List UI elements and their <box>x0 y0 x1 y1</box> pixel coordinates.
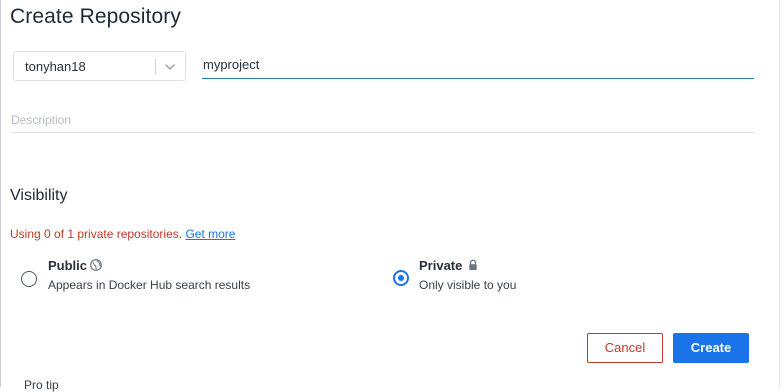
namespace-select[interactable]: tonyhan18 <box>13 51 186 81</box>
private-usage-text: Using 0 of 1 private repositories. <box>10 227 183 241</box>
page-title: Create Repository <box>10 5 181 28</box>
private-radio-selected-dot <box>398 275 404 281</box>
get-more-link[interactable]: Get more <box>185 227 235 241</box>
visibility-heading: Visibility <box>10 187 68 204</box>
namespace-value: tonyhan18 <box>25 59 86 74</box>
select-divider <box>155 59 156 74</box>
pro-tip-partial: Pro tip <box>24 378 59 392</box>
private-usage-notice: Using 0 of 1 private repositories. Get m… <box>10 227 235 241</box>
public-label: Public <box>48 258 88 273</box>
private-radio[interactable] <box>393 270 409 286</box>
visibility-option-private[interactable]: Private Only visible to you <box>393 258 593 294</box>
private-description: Only visible to you <box>419 278 517 292</box>
description-placeholder: Description <box>11 113 72 127</box>
create-button[interactable]: Create <box>673 333 749 363</box>
description-input[interactable]: Description <box>11 108 755 133</box>
globe-icon <box>90 259 102 271</box>
right-border <box>779 0 780 387</box>
public-radio[interactable] <box>21 271 37 287</box>
private-label: Private <box>419 258 463 273</box>
repository-name-input[interactable]: myproject <box>202 53 754 79</box>
lock-icon <box>469 259 477 270</box>
public-description: Appears in Docker Hub search results <box>48 278 251 292</box>
visibility-option-public[interactable]: Public Appears in Docker Hub search resu… <box>21 258 281 294</box>
left-border <box>0 0 1 387</box>
repository-name-value: myproject <box>203 57 260 72</box>
cancel-button[interactable]: Cancel <box>587 333 663 363</box>
chevron-down-icon[interactable] <box>162 59 178 75</box>
